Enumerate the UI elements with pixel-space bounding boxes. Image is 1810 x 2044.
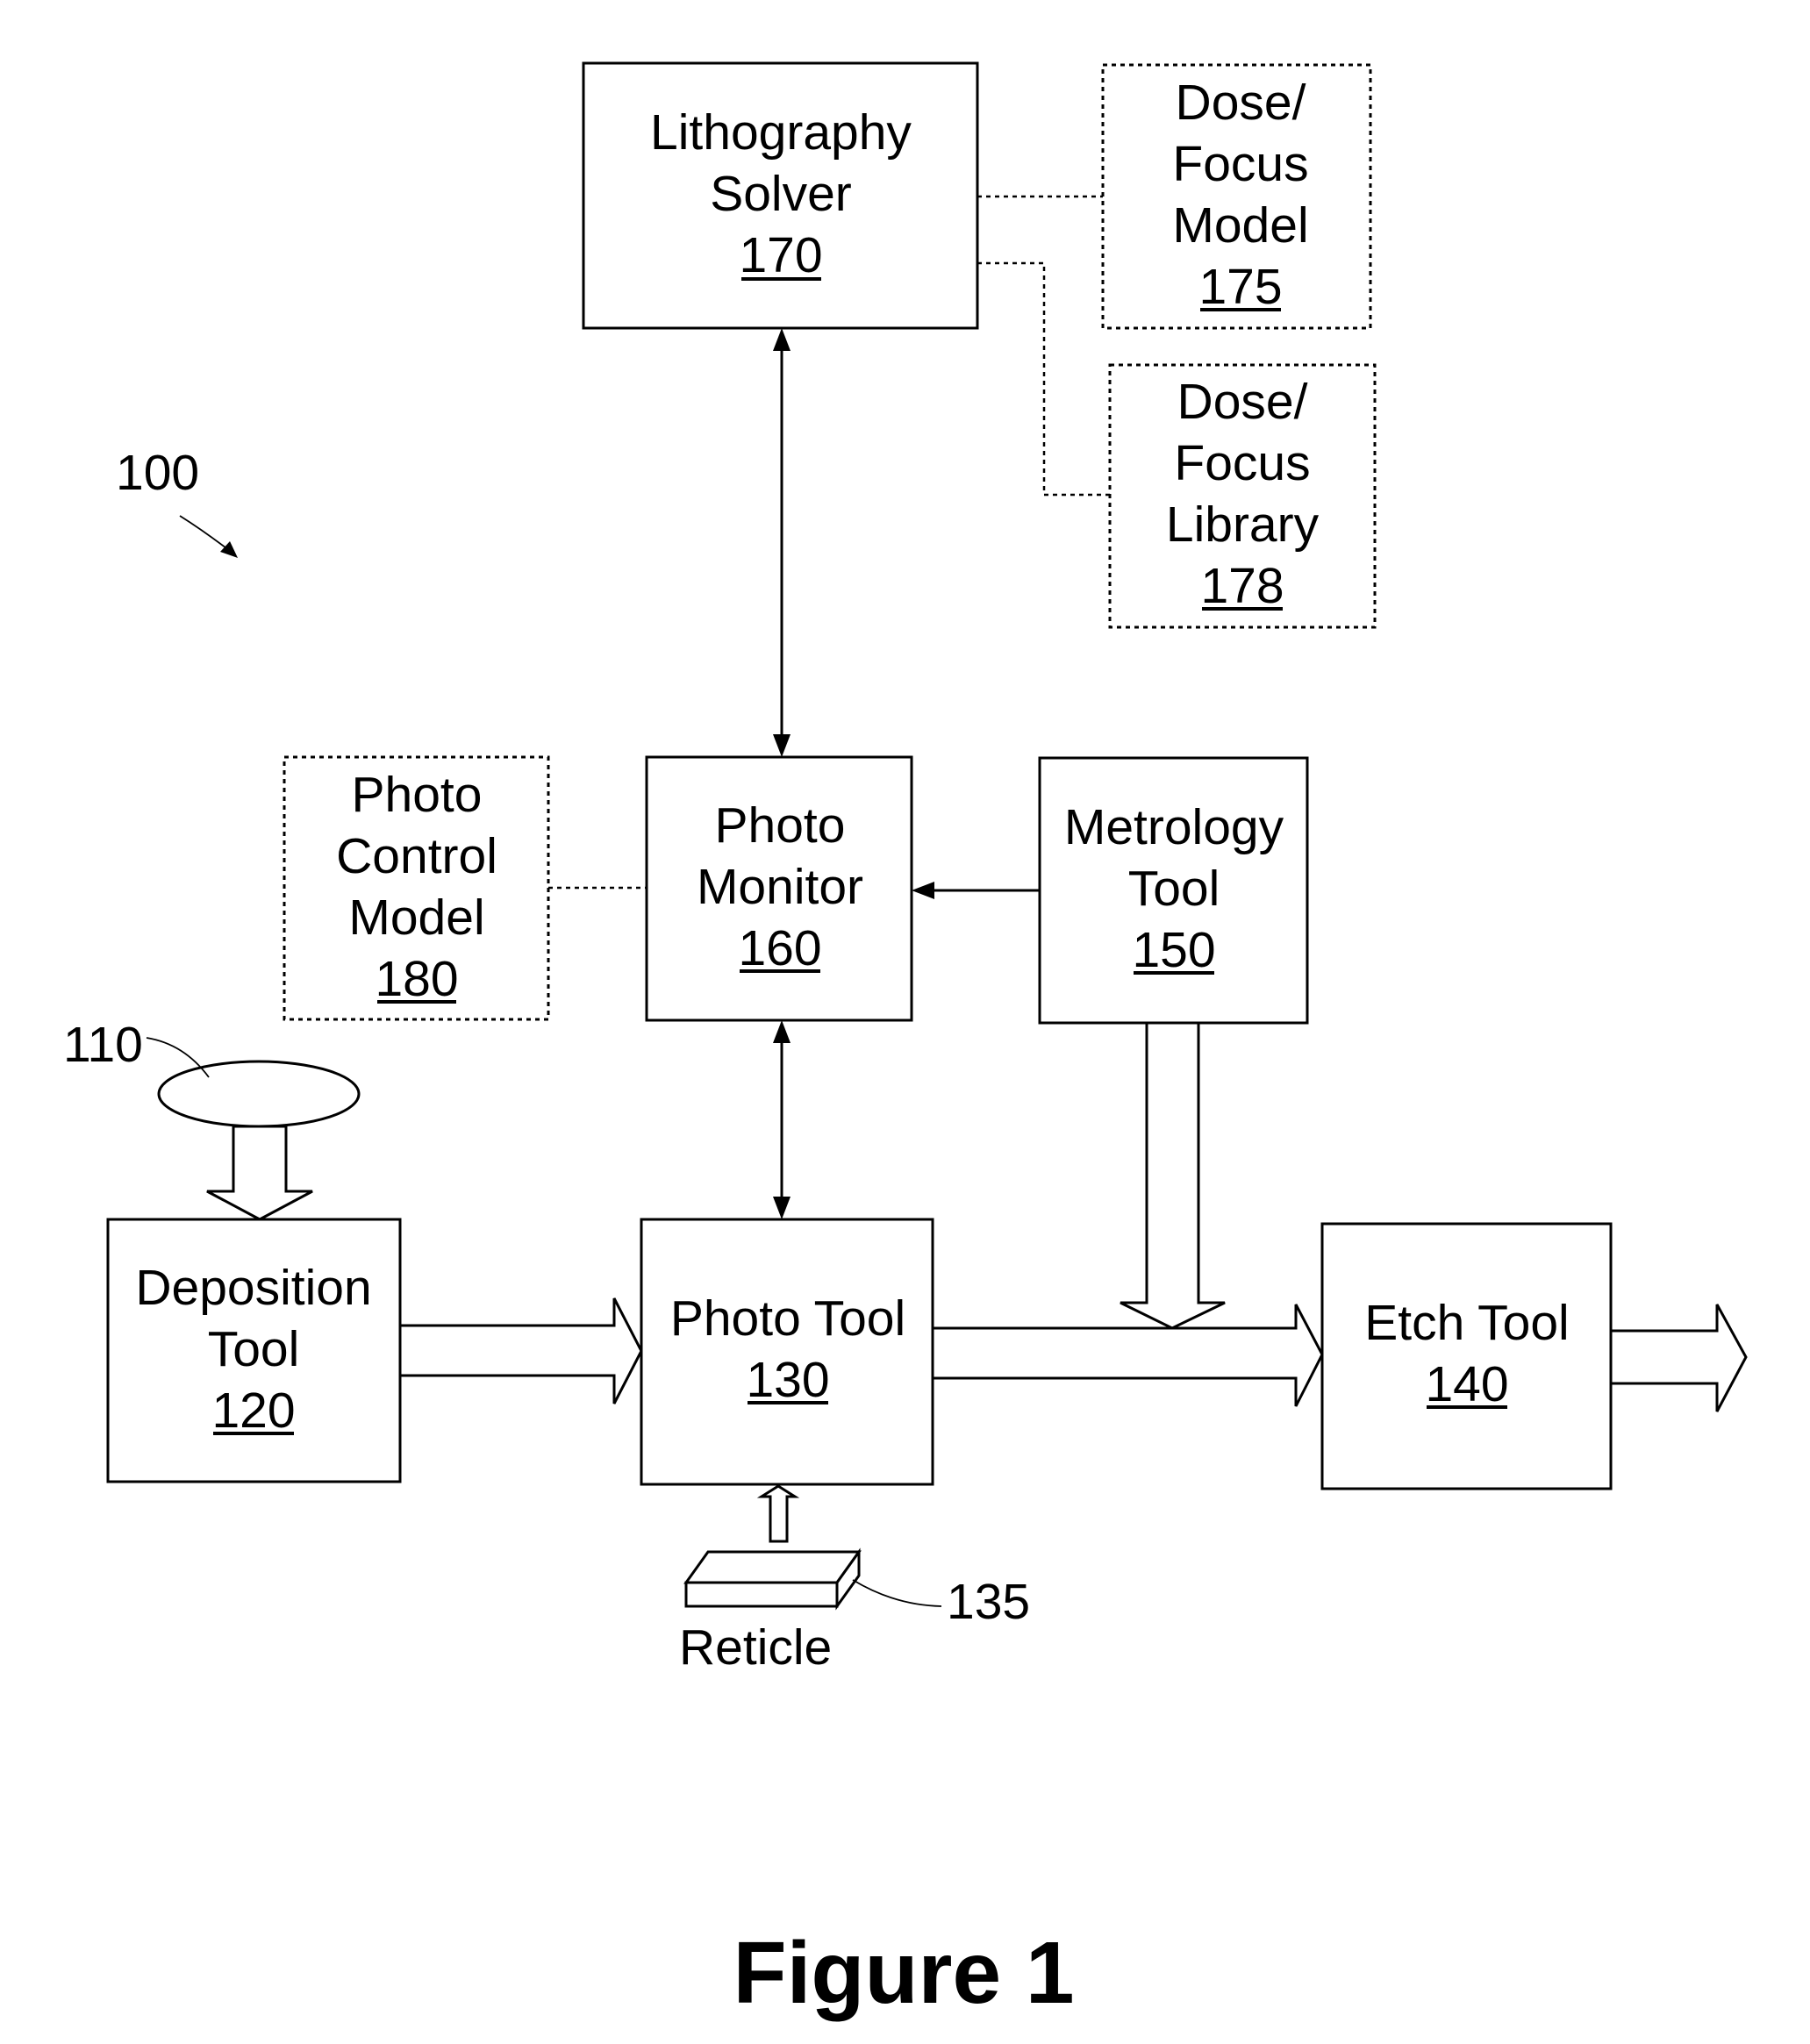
block-deposition-tool: Deposition Tool 120 bbox=[106, 1218, 402, 1483]
block-dose-focus-model: Dose/ Focus Model 175 bbox=[1101, 63, 1372, 330]
hollow-arrow-reticle-phototool bbox=[756, 1484, 800, 1543]
hollow-arrow-deposition-phototool bbox=[398, 1297, 643, 1404]
block-ref-number: 150 bbox=[1132, 922, 1215, 978]
block-label-line: Dose/ bbox=[1177, 374, 1308, 430]
block-ref-number: 175 bbox=[1198, 259, 1282, 315]
block-label-line: Control bbox=[336, 828, 497, 884]
block-label-line: Library bbox=[1166, 497, 1320, 553]
block-label-line: Focus bbox=[1174, 435, 1310, 491]
block-ref-number: 178 bbox=[1200, 558, 1284, 614]
block-photo-monitor: Photo Monitor 160 bbox=[645, 755, 913, 1022]
wafer-ellipse bbox=[157, 1060, 361, 1128]
reticle-top-face bbox=[683, 1550, 862, 1584]
system-ref-leader bbox=[179, 515, 231, 552]
block-dose-focus-library: Dose/ Focus Library 178 bbox=[1108, 363, 1377, 629]
block-label-line: Metrology bbox=[1064, 799, 1284, 855]
reticle-front-face bbox=[684, 1581, 839, 1608]
arrowhead-left-icon bbox=[912, 882, 934, 899]
system-ref-label: 100 bbox=[116, 445, 199, 501]
block-label-line: Photo Tool bbox=[670, 1290, 905, 1347]
block-label-line: Dose/ bbox=[1176, 75, 1306, 131]
connector-solver-to-library bbox=[977, 261, 1110, 497]
block-ref-number: 170 bbox=[739, 227, 822, 283]
arrowhead-up-icon bbox=[773, 328, 791, 351]
block-ref-number: 160 bbox=[738, 920, 821, 976]
block-label-line: Model bbox=[1172, 197, 1308, 254]
reticle-plate bbox=[683, 1547, 862, 1611]
block-label-line: Photo bbox=[352, 767, 483, 823]
block-ref-number: 120 bbox=[211, 1383, 295, 1439]
block-label-line: Lithography bbox=[650, 104, 912, 161]
arrowhead-icon bbox=[220, 541, 238, 558]
block-diagram: Lithography Solver 170 Dose/ Focus Model… bbox=[63, 61, 1748, 2022]
block-ref-number: 180 bbox=[375, 951, 458, 1007]
block-label-line: Model bbox=[348, 890, 484, 946]
reticle-ref-label: 135 bbox=[947, 1574, 1030, 1630]
reticle-label: Reticle bbox=[679, 1619, 832, 1676]
arrowhead-down-icon bbox=[773, 734, 791, 757]
block-label-line: Etch Tool bbox=[1364, 1295, 1569, 1351]
block-label-line: Focus bbox=[1172, 136, 1308, 192]
arrowhead-down-icon bbox=[773, 1197, 791, 1219]
block-label-line: Photo bbox=[715, 797, 846, 854]
block-ref-number: 130 bbox=[746, 1352, 829, 1408]
figure-caption: Figure 1 bbox=[733, 1924, 1075, 2022]
hollow-arrow-metrology-flow bbox=[1120, 1021, 1226, 1330]
block-metrology-tool: Metrology Tool 150 bbox=[1038, 756, 1309, 1025]
block-photo-control-model: Photo Control Model 180 bbox=[283, 755, 550, 1021]
hollow-arrow-phototool-etch bbox=[931, 1304, 1324, 1407]
arrowhead-up-icon bbox=[773, 1020, 791, 1043]
block-label-line: Monitor bbox=[697, 859, 863, 915]
block-label-line: Tool bbox=[1128, 861, 1220, 917]
block-etch-tool: Etch Tool 140 bbox=[1320, 1222, 1613, 1490]
block-photo-tool: Photo Tool 130 bbox=[640, 1218, 934, 1486]
block-ref-number: 140 bbox=[1425, 1356, 1508, 1412]
hollow-arrow-wafer-deposition bbox=[206, 1125, 313, 1221]
hollow-arrow-etch-output bbox=[1609, 1304, 1748, 1412]
reticle-ref-leader bbox=[852, 1579, 942, 1607]
block-label-line: Deposition bbox=[135, 1260, 371, 1316]
wafer-ref-label: 110 bbox=[63, 1017, 143, 1073]
block-label-line: Solver bbox=[710, 166, 852, 222]
block-lithography-solver: Lithography Solver 170 bbox=[582, 61, 979, 330]
block-label-line: Tool bbox=[208, 1321, 300, 1377]
